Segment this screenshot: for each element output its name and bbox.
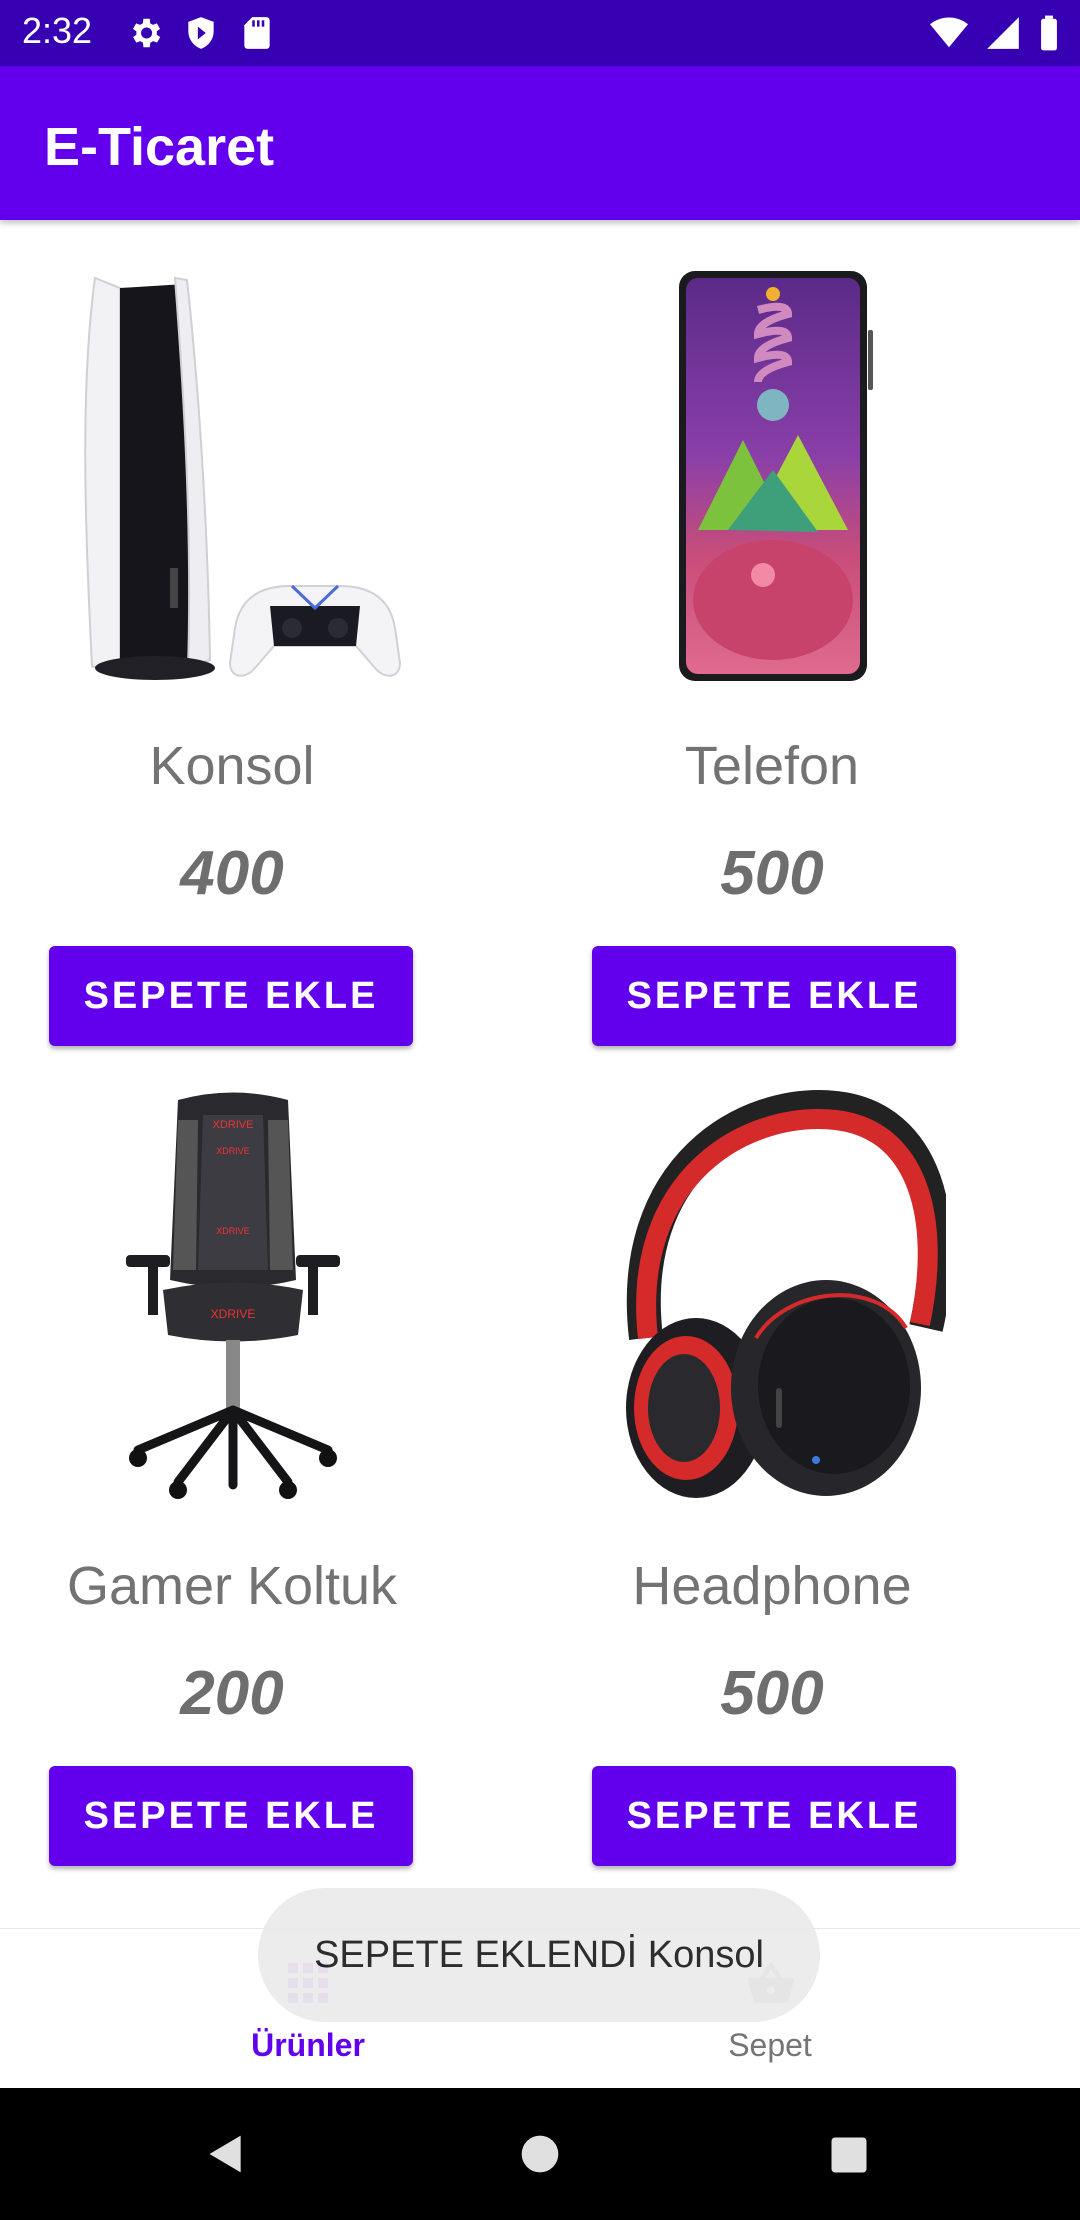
sd-card-icon (244, 17, 270, 49)
svg-text:XDRIVE: XDRIVE (216, 1226, 250, 1236)
battery-icon (1041, 15, 1057, 51)
smartphone-image (679, 271, 873, 681)
game-console-image (84, 276, 402, 680)
gaming-chair-image: XDRIVE XDRIVE XDRIVE XDRIVE (126, 1092, 340, 1499)
product-name: Gamer Koltuk (66, 1556, 398, 1616)
nav-label-urunler: Ürünler (251, 2027, 365, 2063)
svg-text:XDRIVE: XDRIVE (211, 1307, 256, 1321)
product-price: 400 (180, 839, 284, 908)
product-price: 200 (180, 1659, 284, 1728)
status-bar: 2:32 (0, 0, 1080, 66)
product-card-headphone: Headphone 500 SEPETE EKLE (540, 1060, 1080, 1900)
app-bar: E-Ticaret (0, 66, 1080, 220)
product-price: 500 (720, 839, 824, 908)
status-time: 2:32 (22, 10, 93, 51)
nav-label-sepet: Sepet (728, 2027, 812, 2063)
product-card-konsol: Konsol 400 SEPETE EKLE (0, 220, 540, 1060)
product-card-telefon: Telefon 500 SEPETE EKLE (540, 220, 1080, 1060)
add-to-cart-button[interactable]: SEPETE EKLE (49, 946, 413, 1046)
app-title: E-Ticaret (44, 117, 275, 177)
product-card-gamer-koltuk: XDRIVE XDRIVE XDRIVE XDRIVE Gamer Koltuk… (0, 1060, 540, 1900)
product-price: 500 (720, 1659, 824, 1728)
add-to-cart-button[interactable]: SEPETE EKLE (49, 1766, 413, 1866)
signal-icon (987, 17, 1019, 49)
svg-text:XDRIVE: XDRIVE (213, 1119, 254, 1131)
back-icon[interactable] (204, 2132, 248, 2176)
add-to-cart-button[interactable]: SEPETE EKLE (592, 1766, 956, 1866)
system-navigation-bar (0, 2088, 1080, 2220)
wifi-icon (930, 17, 968, 48)
shield-icon (188, 17, 214, 49)
headphone-image (626, 1090, 946, 1498)
product-name: Telefon (684, 736, 860, 796)
toast-message: SEPETE EKLENDİ Konsol (258, 1888, 820, 2022)
recent-apps-icon[interactable] (828, 2134, 870, 2176)
gear-icon (132, 18, 161, 48)
svg-text:XDRIVE: XDRIVE (216, 1146, 250, 1156)
home-icon[interactable] (518, 2132, 562, 2176)
product-name: Konsol (149, 736, 315, 796)
product-name: Headphone (632, 1556, 912, 1616)
add-to-cart-button[interactable]: SEPETE EKLE (592, 946, 956, 1046)
